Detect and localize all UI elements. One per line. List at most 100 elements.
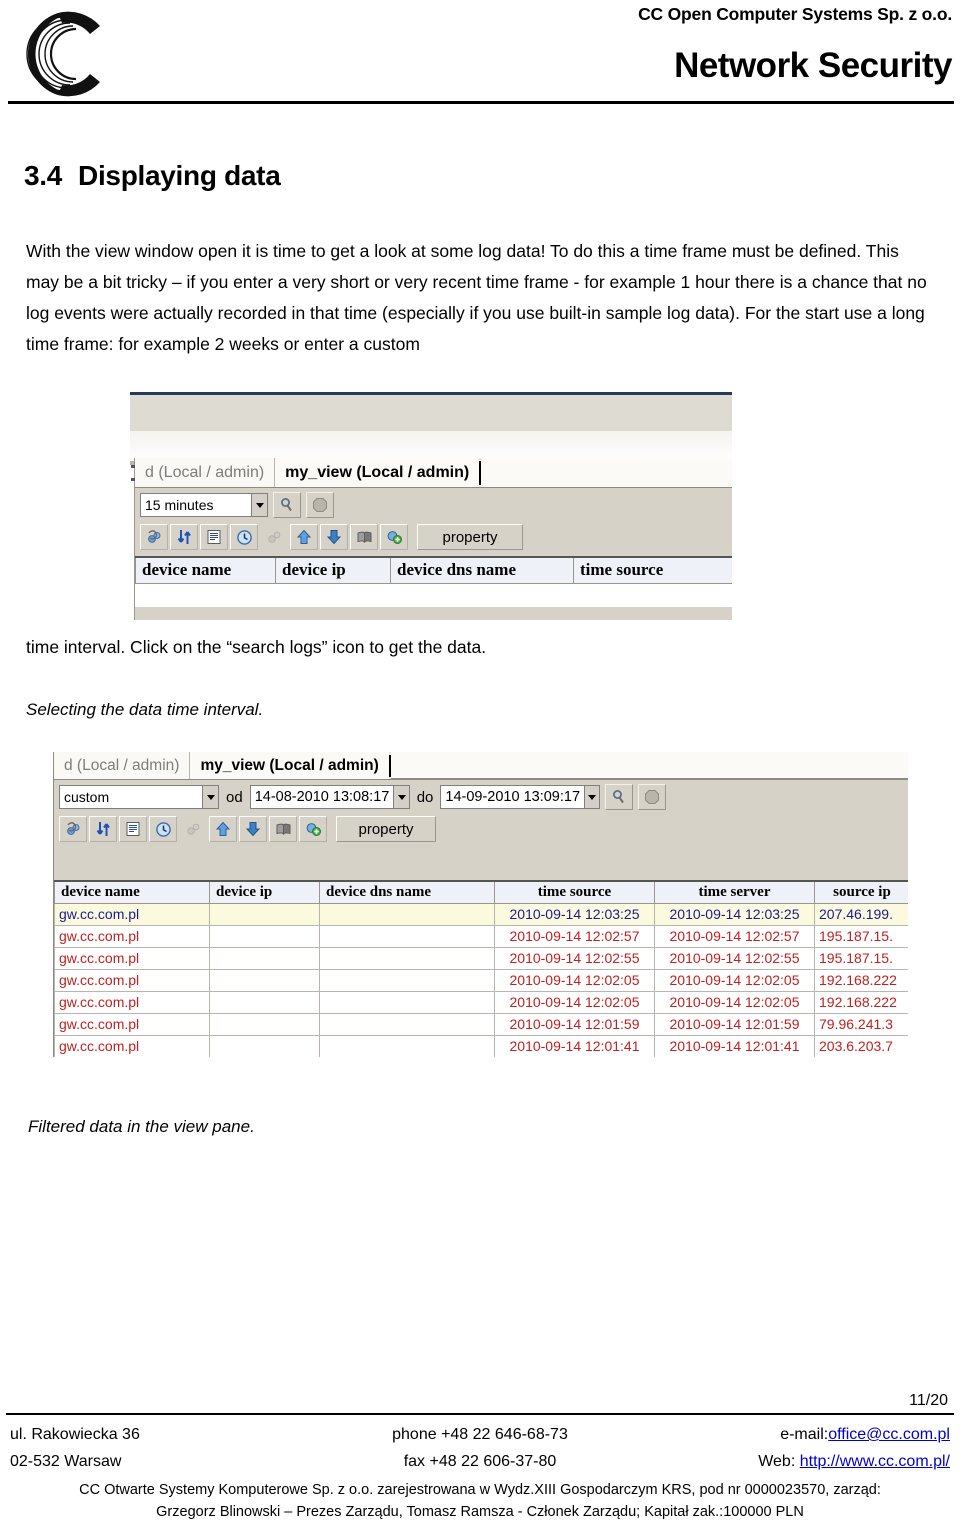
tab-my-view-local-admin[interactable]: my_view (Local / admin) xyxy=(275,458,480,487)
column-header-device-name[interactable]: device name xyxy=(135,556,276,584)
to-datetime-field[interactable]: 14-09-2010 13:09:17 xyxy=(440,785,601,809)
column-header-device-ip-2[interactable]: device ip xyxy=(209,880,320,904)
stop-button-2[interactable] xyxy=(638,784,667,810)
table-row[interactable]: gw.cc.com.pl 2010-09-14 12:02:05 2010-09… xyxy=(54,968,908,992)
arrow-down-icon xyxy=(246,822,260,837)
move-up-button-2[interactable] xyxy=(209,816,237,842)
move-down-button[interactable] xyxy=(320,524,348,550)
timeframe-select[interactable]: 15 minutes xyxy=(140,493,268,517)
filter-button[interactable] xyxy=(260,524,288,550)
cell-time-source: 2010-09-14 12:02:57 xyxy=(494,924,655,948)
report-button[interactable] xyxy=(200,524,228,550)
cell-source-ip: 195.187.15. xyxy=(814,946,908,970)
section-title-text: Displaying data xyxy=(78,160,281,191)
property-button-2[interactable]: property xyxy=(336,816,436,842)
table-row[interactable]: gw.cc.com.pl 2010-09-14 12:01:41 2010-09… xyxy=(54,1034,908,1057)
report-button-2[interactable] xyxy=(119,816,147,842)
column-header-source-ip[interactable]: source ip xyxy=(814,880,908,904)
tab-d-local-admin[interactable]: d (Local / admin) xyxy=(135,458,276,487)
table-row[interactable]: gw.cc.com.pl 2010-09-14 12:02:55 2010-09… xyxy=(54,946,908,970)
column-header-time-source[interactable]: time source xyxy=(573,556,732,584)
view-toolbar: property xyxy=(135,522,732,554)
page-title: 3.4 Displaying data xyxy=(24,160,948,192)
tab-d-local-admin-2[interactable]: d (Local / admin) xyxy=(54,752,191,779)
chevron-down-icon-to[interactable] xyxy=(584,786,600,808)
timeframe-select-2[interactable]: custom xyxy=(59,785,219,809)
cell-device-name: gw.cc.com.pl xyxy=(54,902,210,926)
cell-device-dns-name xyxy=(319,990,495,1014)
footer-phone: phone +48 22 646-68-73 xyxy=(392,1426,568,1443)
refresh-button[interactable] xyxy=(140,524,168,550)
cell-device-ip xyxy=(209,968,320,992)
search-logs-button[interactable] xyxy=(273,492,301,518)
column-header-device-name-2[interactable]: device name xyxy=(54,880,210,904)
add-view-icon xyxy=(387,531,402,544)
cell-device-dns-name xyxy=(319,924,495,948)
arrow-down-icon xyxy=(327,530,341,545)
chevron-down-icon-2[interactable] xyxy=(202,786,218,808)
stop-icon xyxy=(645,790,660,804)
view-tabs: d (Local / admin) my_view (Local / admin… xyxy=(135,458,732,488)
chevron-down-icon-from[interactable] xyxy=(393,786,409,808)
cell-time-source: 2010-09-14 12:01:59 xyxy=(494,1012,655,1036)
chevron-down-icon[interactable] xyxy=(251,494,267,516)
book-icon xyxy=(357,531,371,543)
table-row[interactable]: gw.cc.com.pl 2010-09-14 12:03:25 2010-09… xyxy=(54,902,908,926)
view-tabs-2: d (Local / admin) my_view (Local / admin… xyxy=(54,752,908,780)
column-header-time-source-2[interactable]: time source xyxy=(494,880,655,904)
table-row[interactable]: gw.cc.com.pl 2010-09-14 12:01:59 2010-09… xyxy=(54,1012,908,1036)
cell-device-dns-name xyxy=(319,1034,495,1057)
move-down-button-2[interactable] xyxy=(239,816,267,842)
time-button[interactable] xyxy=(230,524,258,550)
cell-source-ip: 195.187.15. xyxy=(814,924,908,948)
book-button-2[interactable] xyxy=(269,816,297,842)
add-view-button-2[interactable] xyxy=(299,816,327,842)
filter-button-2[interactable] xyxy=(179,816,207,842)
cell-time-server: 2010-09-14 12:02:57 xyxy=(654,924,815,948)
log-grid-body: gw.cc.com.pl 2010-09-14 12:03:25 2010-09… xyxy=(54,902,908,1057)
cell-time-server: 2010-09-14 12:02:05 xyxy=(654,990,815,1014)
refresh-button-2[interactable] xyxy=(59,816,87,842)
view-toolbar-2: property xyxy=(54,814,908,846)
column-header-device-ip[interactable]: device ip xyxy=(275,556,391,584)
sort-button[interactable] xyxy=(170,524,198,550)
arrow-up-icon xyxy=(297,529,311,544)
footer-web-link[interactable]: http://www.cc.com.pl/ xyxy=(800,1453,950,1470)
cell-time-source: 2010-09-14 12:02:55 xyxy=(494,946,655,970)
property-button[interactable]: property xyxy=(417,524,523,550)
table-row[interactable]: gw.cc.com.pl 2010-09-14 12:02:57 2010-09… xyxy=(54,924,908,948)
book-button[interactable] xyxy=(350,524,378,550)
table-header-row: device name device ip device dns name ti… xyxy=(135,556,732,584)
cell-device-ip xyxy=(209,946,320,970)
sort-button-2[interactable] xyxy=(89,816,117,842)
table-row[interactable]: gw.cc.com.pl 2010-09-14 12:02:05 2010-09… xyxy=(54,990,908,1014)
filter-icon xyxy=(267,531,280,543)
column-header-device-dns-name[interactable]: device dns name xyxy=(390,556,574,584)
tab-my-view-local-admin-2[interactable]: my_view (Local / admin) xyxy=(190,752,389,779)
timeframe-value-2: custom xyxy=(64,789,110,805)
document-content: 3.4 Displaying data With the view window … xyxy=(0,160,960,360)
cell-time-source: 2010-09-14 12:02:05 xyxy=(494,990,655,1014)
from-datetime-field[interactable]: 14-08-2010 13:08:17 xyxy=(249,785,410,809)
cell-device-name: gw.cc.com.pl xyxy=(54,924,210,948)
footer-email-link[interactable]: office@cc.com.pl xyxy=(828,1426,950,1443)
cell-time-server: 2010-09-14 12:01:59 xyxy=(654,1012,815,1036)
log-grid: device name device ip device dns name ti… xyxy=(54,880,908,1057)
move-up-button[interactable] xyxy=(290,524,318,550)
to-datetime-value: 14-09-2010 13:09:17 xyxy=(445,789,581,805)
search-logs-button-2[interactable] xyxy=(605,784,634,810)
column-header-device-dns-name-2[interactable]: device dns name xyxy=(319,880,495,904)
timeframe-value: 15 minutes xyxy=(145,497,214,513)
screenshot-filtered-data: d (Local / admin) my_view (Local / admin… xyxy=(53,752,908,1057)
column-header-time-server[interactable]: time server xyxy=(654,880,815,904)
content-after-shot1: time interval. Click on the “search logs… xyxy=(12,624,948,723)
section-number: 3.4 xyxy=(24,160,63,191)
time-button-2[interactable] xyxy=(149,816,177,842)
stop-button[interactable] xyxy=(306,492,334,518)
report-icon xyxy=(207,530,221,544)
add-view-button[interactable] xyxy=(380,524,408,550)
cell-time-server: 2010-09-14 12:02:55 xyxy=(654,946,815,970)
cell-device-ip xyxy=(209,990,320,1014)
cell-device-name: gw.cc.com.pl xyxy=(54,1034,210,1057)
cell-time-source: 2010-09-14 12:03:25 xyxy=(494,902,655,926)
